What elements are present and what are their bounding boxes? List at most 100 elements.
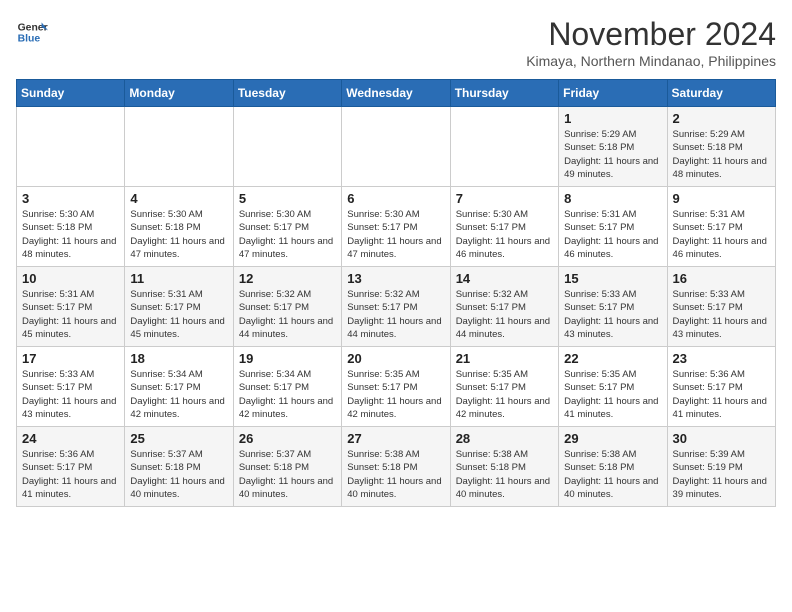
day-info: Sunrise: 5:35 AM Sunset: 5:17 PM Dayligh… [347, 368, 444, 421]
day-info: Sunrise: 5:31 AM Sunset: 5:17 PM Dayligh… [130, 288, 227, 341]
day-info: Sunrise: 5:30 AM Sunset: 5:18 PM Dayligh… [130, 208, 227, 261]
day-info: Sunrise: 5:38 AM Sunset: 5:18 PM Dayligh… [456, 448, 553, 501]
day-number: 23 [673, 351, 770, 366]
calendar-cell: 20 Sunrise: 5:35 AM Sunset: 5:17 PM Dayli… [342, 347, 450, 427]
day-number: 20 [347, 351, 444, 366]
header-row: SundayMondayTuesdayWednesdayThursdayFrid… [17, 80, 776, 107]
day-info: Sunrise: 5:35 AM Sunset: 5:17 PM Dayligh… [564, 368, 661, 421]
day-info: Sunrise: 5:37 AM Sunset: 5:18 PM Dayligh… [130, 448, 227, 501]
calendar-cell: 25 Sunrise: 5:37 AM Sunset: 5:18 PM Dayli… [125, 427, 233, 507]
day-header-sunday: Sunday [17, 80, 125, 107]
day-info: Sunrise: 5:33 AM Sunset: 5:17 PM Dayligh… [22, 368, 119, 421]
day-number: 29 [564, 431, 661, 446]
day-number: 6 [347, 191, 444, 206]
day-number: 12 [239, 271, 336, 286]
day-info: Sunrise: 5:29 AM Sunset: 5:18 PM Dayligh… [564, 128, 661, 181]
day-number: 1 [564, 111, 661, 126]
logo-icon: General Blue [16, 16, 48, 48]
day-info: Sunrise: 5:36 AM Sunset: 5:17 PM Dayligh… [673, 368, 770, 421]
page-header: General Blue November 2024 Kimaya, North… [16, 16, 776, 69]
calendar-cell: 14 Sunrise: 5:32 AM Sunset: 5:17 PM Dayli… [450, 267, 558, 347]
day-info: Sunrise: 5:33 AM Sunset: 5:17 PM Dayligh… [673, 288, 770, 341]
calendar-cell: 28Sunrise: 5:38 AM Sunset: 5:18 PM Dayli… [450, 427, 558, 507]
day-info: Sunrise: 5:31 AM Sunset: 5:17 PM Dayligh… [673, 208, 770, 261]
calendar-cell: 19 Sunrise: 5:34 AM Sunset: 5:17 PM Dayli… [233, 347, 341, 427]
calendar-cell: 17 Sunrise: 5:33 AM Sunset: 5:17 PM Dayli… [17, 347, 125, 427]
day-info: Sunrise: 5:29 AM Sunset: 5:18 PM Dayligh… [673, 128, 770, 181]
day-info: Sunrise: 5:34 AM Sunset: 5:17 PM Dayligh… [130, 368, 227, 421]
week-row-5: 24 Sunrise: 5:36 AM Sunset: 5:17 PM Dayli… [17, 427, 776, 507]
calendar-cell: 4 Sunrise: 5:30 AM Sunset: 5:18 PM Daylig… [125, 187, 233, 267]
calendar-cell: 13 Sunrise: 5:32 AM Sunset: 5:17 PM Dayli… [342, 267, 450, 347]
day-number: 3 [22, 191, 119, 206]
logo: General Blue [16, 16, 48, 48]
calendar-cell: 2 Sunrise: 5:29 AM Sunset: 5:18 PM Daylig… [667, 107, 775, 187]
day-number: 17 [22, 351, 119, 366]
day-info: Sunrise: 5:30 AM Sunset: 5:18 PM Dayligh… [22, 208, 119, 261]
location-title: Kimaya, Northern Mindanao, Philippines [526, 53, 776, 69]
calendar-cell [233, 107, 341, 187]
day-number: 22 [564, 351, 661, 366]
day-number: 4 [130, 191, 227, 206]
calendar-cell: 7 Sunrise: 5:30 AM Sunset: 5:17 PM Daylig… [450, 187, 558, 267]
calendar-cell [342, 107, 450, 187]
day-info: Sunrise: 5:32 AM Sunset: 5:17 PM Dayligh… [239, 288, 336, 341]
day-number: 30 [673, 431, 770, 446]
day-number: 15 [564, 271, 661, 286]
day-info: Sunrise: 5:35 AM Sunset: 5:17 PM Dayligh… [456, 368, 553, 421]
day-info: Sunrise: 5:32 AM Sunset: 5:17 PM Dayligh… [456, 288, 553, 341]
day-header-saturday: Saturday [667, 80, 775, 107]
calendar-cell: 27 Sunrise: 5:38 AM Sunset: 5:18 PM Dayli… [342, 427, 450, 507]
calendar-cell: 12 Sunrise: 5:32 AM Sunset: 5:17 PM Dayli… [233, 267, 341, 347]
calendar-cell: 8Sunrise: 5:31 AM Sunset: 5:17 PM Daylig… [559, 187, 667, 267]
calendar-cell [125, 107, 233, 187]
day-number: 11 [130, 271, 227, 286]
day-header-friday: Friday [559, 80, 667, 107]
calendar-cell: 11 Sunrise: 5:31 AM Sunset: 5:17 PM Dayli… [125, 267, 233, 347]
month-title: November 2024 [526, 16, 776, 53]
day-info: Sunrise: 5:30 AM Sunset: 5:17 PM Dayligh… [239, 208, 336, 261]
day-info: Sunrise: 5:36 AM Sunset: 5:17 PM Dayligh… [22, 448, 119, 501]
day-number: 14 [456, 271, 553, 286]
calendar-cell: 5 Sunrise: 5:30 AM Sunset: 5:17 PM Daylig… [233, 187, 341, 267]
calendar-cell: 21 Sunrise: 5:35 AM Sunset: 5:17 PM Dayli… [450, 347, 558, 427]
calendar-cell: 9 Sunrise: 5:31 AM Sunset: 5:17 PM Daylig… [667, 187, 775, 267]
calendar-cell: 26Sunrise: 5:37 AM Sunset: 5:18 PM Dayli… [233, 427, 341, 507]
week-row-4: 17 Sunrise: 5:33 AM Sunset: 5:17 PM Dayli… [17, 347, 776, 427]
calendar-cell: 16 Sunrise: 5:33 AM Sunset: 5:17 PM Dayli… [667, 267, 775, 347]
calendar-cell: 18Sunrise: 5:34 AM Sunset: 5:17 PM Dayli… [125, 347, 233, 427]
calendar-table: SundayMondayTuesdayWednesdayThursdayFrid… [16, 79, 776, 507]
day-info: Sunrise: 5:32 AM Sunset: 5:17 PM Dayligh… [347, 288, 444, 341]
day-number: 10 [22, 271, 119, 286]
day-number: 9 [673, 191, 770, 206]
day-number: 27 [347, 431, 444, 446]
day-number: 25 [130, 431, 227, 446]
calendar-cell: 30 Sunrise: 5:39 AM Sunset: 5:19 PM Dayli… [667, 427, 775, 507]
day-number: 2 [673, 111, 770, 126]
day-info: Sunrise: 5:39 AM Sunset: 5:19 PM Dayligh… [673, 448, 770, 501]
day-info: Sunrise: 5:34 AM Sunset: 5:17 PM Dayligh… [239, 368, 336, 421]
day-header-wednesday: Wednesday [342, 80, 450, 107]
day-number: 24 [22, 431, 119, 446]
day-info: Sunrise: 5:31 AM Sunset: 5:17 PM Dayligh… [564, 208, 661, 261]
calendar-cell: 29Sunrise: 5:38 AM Sunset: 5:18 PM Dayli… [559, 427, 667, 507]
day-number: 7 [456, 191, 553, 206]
day-info: Sunrise: 5:30 AM Sunset: 5:17 PM Dayligh… [456, 208, 553, 261]
day-number: 16 [673, 271, 770, 286]
day-number: 19 [239, 351, 336, 366]
day-header-thursday: Thursday [450, 80, 558, 107]
day-info: Sunrise: 5:33 AM Sunset: 5:17 PM Dayligh… [564, 288, 661, 341]
calendar-cell: 10Sunrise: 5:31 AM Sunset: 5:17 PM Dayli… [17, 267, 125, 347]
title-block: November 2024 Kimaya, Northern Mindanao,… [526, 16, 776, 69]
calendar-cell: 3 Sunrise: 5:30 AM Sunset: 5:18 PM Daylig… [17, 187, 125, 267]
day-number: 21 [456, 351, 553, 366]
calendar-cell: 23 Sunrise: 5:36 AM Sunset: 5:17 PM Dayli… [667, 347, 775, 427]
day-header-monday: Monday [125, 80, 233, 107]
day-number: 26 [239, 431, 336, 446]
day-number: 13 [347, 271, 444, 286]
calendar-cell: 1 Sunrise: 5:29 AM Sunset: 5:18 PM Daylig… [559, 107, 667, 187]
svg-text:Blue: Blue [18, 34, 41, 45]
day-info: Sunrise: 5:38 AM Sunset: 5:18 PM Dayligh… [347, 448, 444, 501]
calendar-cell: 22 Sunrise: 5:35 AM Sunset: 5:17 PM Dayli… [559, 347, 667, 427]
day-number: 5 [239, 191, 336, 206]
